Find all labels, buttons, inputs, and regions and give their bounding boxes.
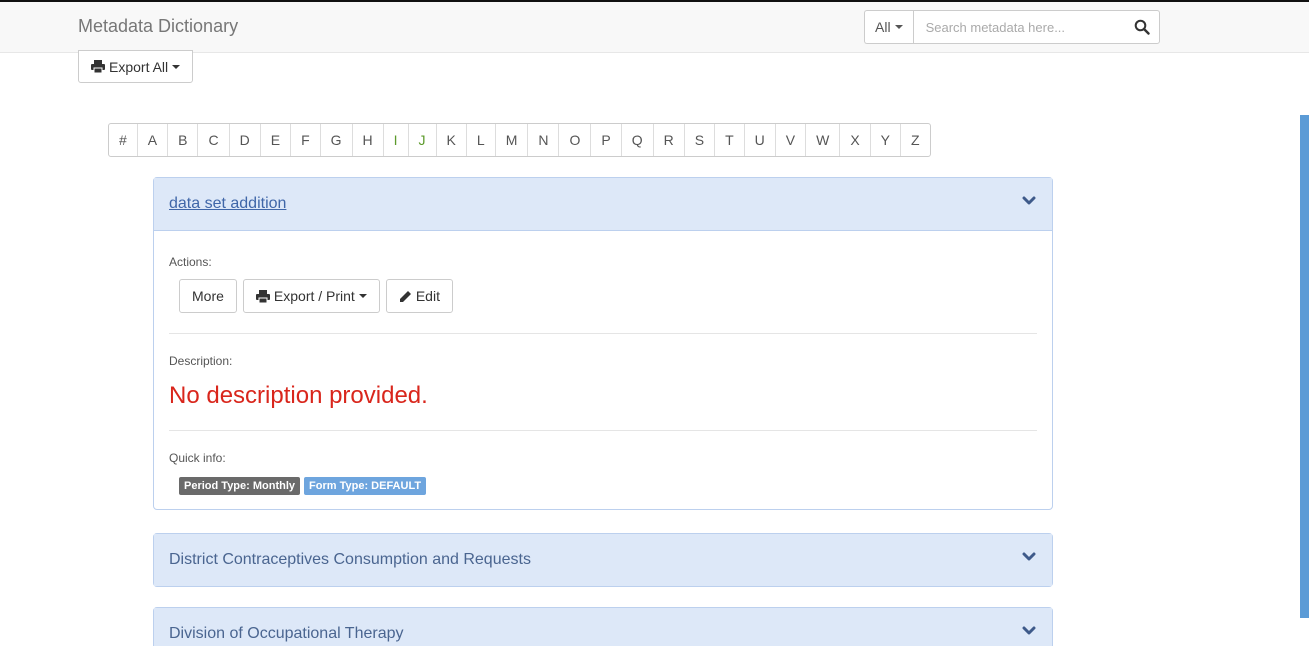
actions-toolbar: More Export / Print Edit [179,279,1037,313]
alphabet-letter[interactable]: P [591,124,622,156]
printer-icon [255,289,270,303]
chevron-down-icon[interactable] [1022,550,1036,564]
alphabet-letter[interactable]: V [776,124,807,156]
alphabet-filter: # A B C D E F G H I J K L M N O P Q R S T U V W X Y Z [108,123,931,157]
alphabet-letter[interactable]: A [138,124,169,156]
metadata-item-collapsed: District Contraceptives Consumption and … [153,533,1053,587]
description-label: Description: [169,354,233,368]
alphabet-letter[interactable]: D [230,124,261,156]
alphabet-letter[interactable]: S [685,124,716,156]
chevron-down-icon[interactable] [1022,624,1036,638]
search-icon[interactable] [1134,19,1150,35]
navbar: Metadata Dictionary All [0,2,1309,53]
period-type-badge: Period Type: Monthly [179,477,301,495]
edit-button[interactable]: Edit [385,279,453,313]
search-input[interactable] [912,10,1160,44]
alphabet-letter[interactable]: W [806,124,841,156]
edit-label: Edit [415,288,440,304]
panel-body: Actions: More Export / Print Edit Descri… [154,230,1052,509]
alphabet-letter[interactable]: I [384,124,409,156]
alphabet-letter[interactable]: F [291,124,321,156]
alphabet-letter[interactable]: T [715,124,745,156]
alphabet-letter[interactable]: Q [622,124,654,156]
actions-label: Actions: [169,255,212,269]
alphabet-letter[interactable]: U [745,124,776,156]
chevron-down-icon[interactable] [1022,194,1036,208]
pencil-icon [399,290,411,302]
search-group: All [864,10,1160,44]
more-button[interactable]: More [179,279,237,313]
search-filter-label: All [875,19,891,35]
metadata-item-collapsed: Division of Occupational Therapy [153,607,1053,646]
alphabet-letter[interactable]: O [559,124,592,156]
quick-info-label: Quick info: [169,451,226,465]
alphabet-letter[interactable]: M [496,124,529,156]
alphabet-letter[interactable]: E [261,124,292,156]
export-all-label: Export All [109,58,169,75]
alphabet-letter[interactable]: C [198,124,230,156]
alphabet-letter[interactable]: H [353,124,384,156]
alphabet-letter[interactable]: # [109,124,138,156]
item-title-link[interactable]: data set addition [169,195,286,213]
alphabet-letter[interactable]: B [168,124,199,156]
alphabet-letter[interactable]: K [437,124,467,156]
export-print-button[interactable]: Export / Print [242,279,380,313]
alphabet-letter[interactable]: J [409,124,437,156]
printer-icon [91,60,105,73]
alphabet-letter[interactable]: N [528,124,560,156]
alphabet-letter[interactable]: G [321,124,353,156]
scrollbar-thumb[interactable] [1300,115,1309,618]
export-print-label: Export / Print [273,288,355,304]
metadata-item-expanded: data set addition Actions: More Export /… [153,177,1053,510]
caret-down-icon [894,25,903,29]
app-brand[interactable]: Metadata Dictionary [78,16,238,37]
export-all-button[interactable]: Export All [78,50,194,83]
search-filter-dropdown[interactable]: All [864,10,913,44]
form-type-badge: Form Type: DEFAULT [304,477,427,495]
alphabet-letter[interactable]: Z [901,124,930,156]
item-title[interactable]: Division of Occupational Therapy [169,625,404,643]
caret-down-icon [172,64,181,69]
alphabet-letter[interactable]: Y [871,124,902,156]
alphabet-letter[interactable]: L [467,124,496,156]
more-label: More [192,288,224,304]
alphabet-letter[interactable]: R [654,124,685,156]
panel-header[interactable]: District Contraceptives Consumption and … [154,534,1052,586]
item-title[interactable]: District Contraceptives Consumption and … [169,551,531,569]
quick-info-badges: Period Type: Monthly Form Type: DEFAULT [179,477,1037,495]
caret-down-icon [358,294,367,298]
alphabet-letter[interactable]: X [840,124,871,156]
description-text: No description provided. [169,382,428,409]
panel-header[interactable]: Division of Occupational Therapy [154,608,1052,646]
panel-header[interactable]: data set addition [154,178,1052,230]
